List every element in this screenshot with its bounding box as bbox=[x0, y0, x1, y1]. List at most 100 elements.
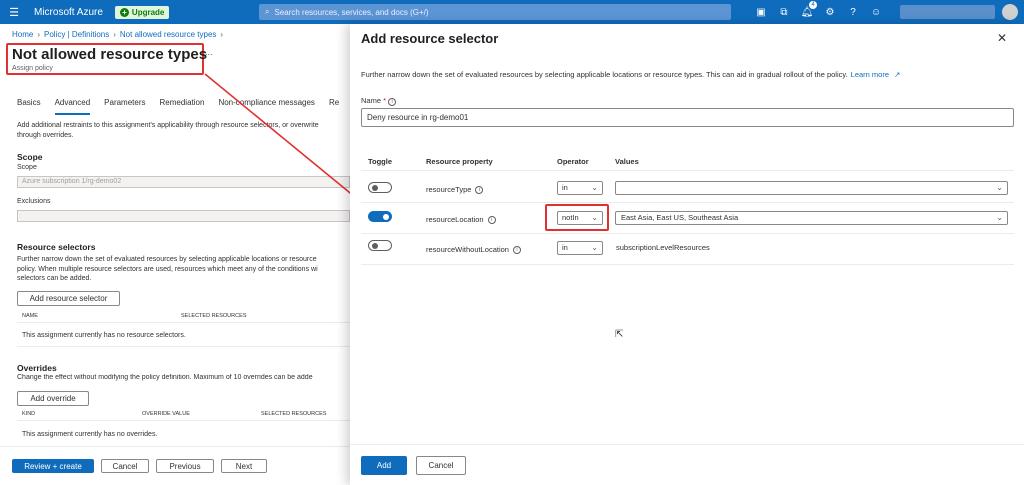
divider bbox=[361, 202, 1014, 203]
review-create-button[interactable]: Review + create bbox=[12, 459, 94, 473]
overrides-column-selected: SELECTED RESOURCES bbox=[261, 411, 327, 417]
column-resource-property: Resource property bbox=[426, 157, 493, 166]
resource-selectors-heading: Resource selectors bbox=[17, 242, 96, 252]
values-value: East Asia, East US, Southeast Asia bbox=[621, 213, 739, 222]
advanced-description-line2: through overrides. bbox=[17, 132, 74, 139]
tab-bar: Basics Advanced Parameters Remediation N… bbox=[17, 98, 353, 115]
tab-non-compliance-messages[interactable]: Non-compliance messages bbox=[218, 98, 315, 115]
exclusions-label: Exclusions bbox=[17, 198, 51, 205]
selectors-column-name: NAME bbox=[22, 313, 38, 319]
left-footer: Review + create Cancel Previous Next bbox=[0, 446, 350, 485]
selectors-desc-line: selectors can be added. bbox=[17, 275, 92, 282]
info-icon[interactable]: i bbox=[475, 185, 484, 194]
property-label: resourceWithoutLocation bbox=[426, 245, 509, 254]
settings-gear-icon[interactable]: ⚙ bbox=[822, 4, 838, 20]
upgrade-button[interactable]: + Upgrade bbox=[114, 5, 170, 19]
column-values: Values bbox=[615, 157, 639, 166]
values-select-resource-location[interactable]: East Asia, East US, Southeast Asia ⌄ bbox=[615, 211, 1008, 225]
breadcrumb-separator: › bbox=[113, 30, 116, 39]
tab-parameters[interactable]: Parameters bbox=[104, 98, 145, 115]
tab-advanced[interactable]: Advanced bbox=[54, 98, 91, 115]
toggle-knob bbox=[372, 243, 378, 249]
panel-cancel-button[interactable]: Cancel bbox=[416, 456, 466, 475]
resource-selectors-description: Further narrow down the set of evaluated… bbox=[17, 255, 350, 284]
operator-value: in bbox=[562, 243, 568, 252]
column-toggle: Toggle bbox=[368, 157, 393, 166]
breadcrumb-policy-definitions[interactable]: Policy | Definitions bbox=[44, 30, 109, 39]
tab-remediation[interactable]: Remediation bbox=[160, 98, 205, 115]
divider bbox=[17, 322, 350, 323]
scope-field: Azure subscription 1/rg-demo02 bbox=[17, 176, 350, 188]
operator-select-resource-without-location[interactable]: in ⌄ bbox=[557, 241, 603, 255]
hamburger-menu-icon[interactable]: ☰ bbox=[0, 6, 28, 19]
divider bbox=[361, 233, 1014, 234]
breadcrumb-home[interactable]: Home bbox=[12, 30, 33, 39]
brand-name[interactable]: Microsoft Azure bbox=[34, 7, 103, 18]
property-label: resourceLocation bbox=[426, 215, 484, 224]
property-resource-without-location: resourceWithoutLocation i bbox=[426, 245, 521, 254]
add-override-button[interactable]: Add override bbox=[17, 391, 89, 406]
toggle-resource-type[interactable] bbox=[368, 182, 392, 193]
add-resource-selector-button[interactable]: Add resource selector bbox=[17, 291, 120, 306]
toggle-resource-without-location[interactable] bbox=[368, 240, 392, 251]
avatar[interactable] bbox=[1002, 4, 1018, 20]
chevron-down-icon: ⌄ bbox=[996, 213, 1003, 222]
upgrade-label: Upgrade bbox=[131, 7, 165, 17]
selectors-column-selected: SELECTED RESOURCES bbox=[181, 313, 247, 319]
breadcrumb: Home › Policy | Definitions › Not allowe… bbox=[12, 30, 223, 39]
panel-title: Add resource selector bbox=[361, 31, 499, 46]
name-field[interactable]: Deny resource in rg-demo01 bbox=[361, 108, 1014, 127]
more-options-icon[interactable]: ... bbox=[205, 47, 213, 57]
learn-more-link[interactable]: Learn more bbox=[851, 70, 889, 79]
next-button[interactable]: Next bbox=[221, 459, 267, 473]
info-icon[interactable]: i bbox=[388, 98, 397, 106]
directory-filter-icon[interactable]: ⧉ bbox=[776, 4, 792, 20]
chevron-down-icon: ⌄ bbox=[591, 243, 598, 252]
selectors-empty-message: This assignment currently has no resourc… bbox=[22, 332, 186, 339]
panel-footer: Add Cancel bbox=[350, 444, 1024, 485]
name-label-text: Name bbox=[361, 96, 382, 105]
values-select-resource-type[interactable]: ⌄ bbox=[615, 181, 1008, 195]
info-icon[interactable]: i bbox=[512, 245, 521, 254]
exclusions-field bbox=[17, 210, 350, 222]
close-icon[interactable]: ✕ bbox=[997, 31, 1007, 45]
external-link-icon[interactable]: ↗ bbox=[892, 70, 900, 79]
values-resource-without-location: subscriptionLevelResources bbox=[616, 243, 710, 252]
toggle-resource-location[interactable] bbox=[368, 211, 392, 222]
page-title: Not allowed resource types bbox=[12, 46, 208, 63]
info-icon[interactable]: i bbox=[487, 215, 496, 224]
cancel-button[interactable]: Cancel bbox=[101, 459, 149, 473]
previous-button[interactable]: Previous bbox=[156, 459, 214, 473]
search-icon: ⌕ bbox=[265, 7, 270, 16]
selectors-desc-line: Further narrow down the set of evaluated… bbox=[17, 256, 317, 263]
top-bar-icons: ▣ ⧉ 🔔︎ 4 ⚙ ? ☺ bbox=[753, 1, 884, 20]
advanced-description: Add additional restraints to this assign… bbox=[17, 121, 350, 141]
chevron-down-icon: ⌄ bbox=[996, 183, 1003, 192]
panel-description: Further narrow down the set of evaluated… bbox=[361, 70, 900, 79]
operator-select-resource-type[interactable]: in ⌄ bbox=[557, 181, 603, 195]
notifications-icon[interactable]: 🔔︎ 4 bbox=[799, 1, 817, 20]
help-icon[interactable]: ? bbox=[845, 4, 861, 20]
scope-label: Scope bbox=[17, 164, 37, 171]
property-resource-location: resourceLocation i bbox=[426, 215, 496, 224]
operator-highlight-box bbox=[545, 204, 609, 231]
account-info-blurred[interactable] bbox=[900, 5, 995, 19]
tab-review[interactable]: Re bbox=[329, 98, 339, 115]
cloud-shell-icon[interactable]: ▣ bbox=[753, 4, 769, 20]
add-button[interactable]: Add bbox=[361, 456, 407, 475]
mouse-cursor-icon: ⇱ bbox=[615, 329, 624, 340]
breadcrumb-separator: › bbox=[220, 30, 224, 39]
property-resource-type: resourceType i bbox=[426, 185, 484, 194]
column-operator: Operator bbox=[557, 157, 589, 166]
tab-basics[interactable]: Basics bbox=[17, 98, 41, 115]
notification-badge: 4 bbox=[809, 1, 817, 9]
overrides-description: Change the effect without modifying the … bbox=[17, 374, 313, 381]
breadcrumb-not-allowed[interactable]: Not allowed resource types bbox=[120, 30, 217, 39]
property-label: resourceType bbox=[426, 185, 472, 194]
divider bbox=[361, 264, 1014, 265]
search-placeholder: Search resources, services, and docs (G+… bbox=[274, 7, 429, 17]
global-search-input[interactable]: ⌕ Search resources, services, and docs (… bbox=[259, 4, 731, 20]
divider bbox=[17, 420, 350, 421]
feedback-icon[interactable]: ☺ bbox=[868, 4, 884, 20]
selectors-desc-line: policy. When multiple resource selectors… bbox=[17, 265, 318, 273]
